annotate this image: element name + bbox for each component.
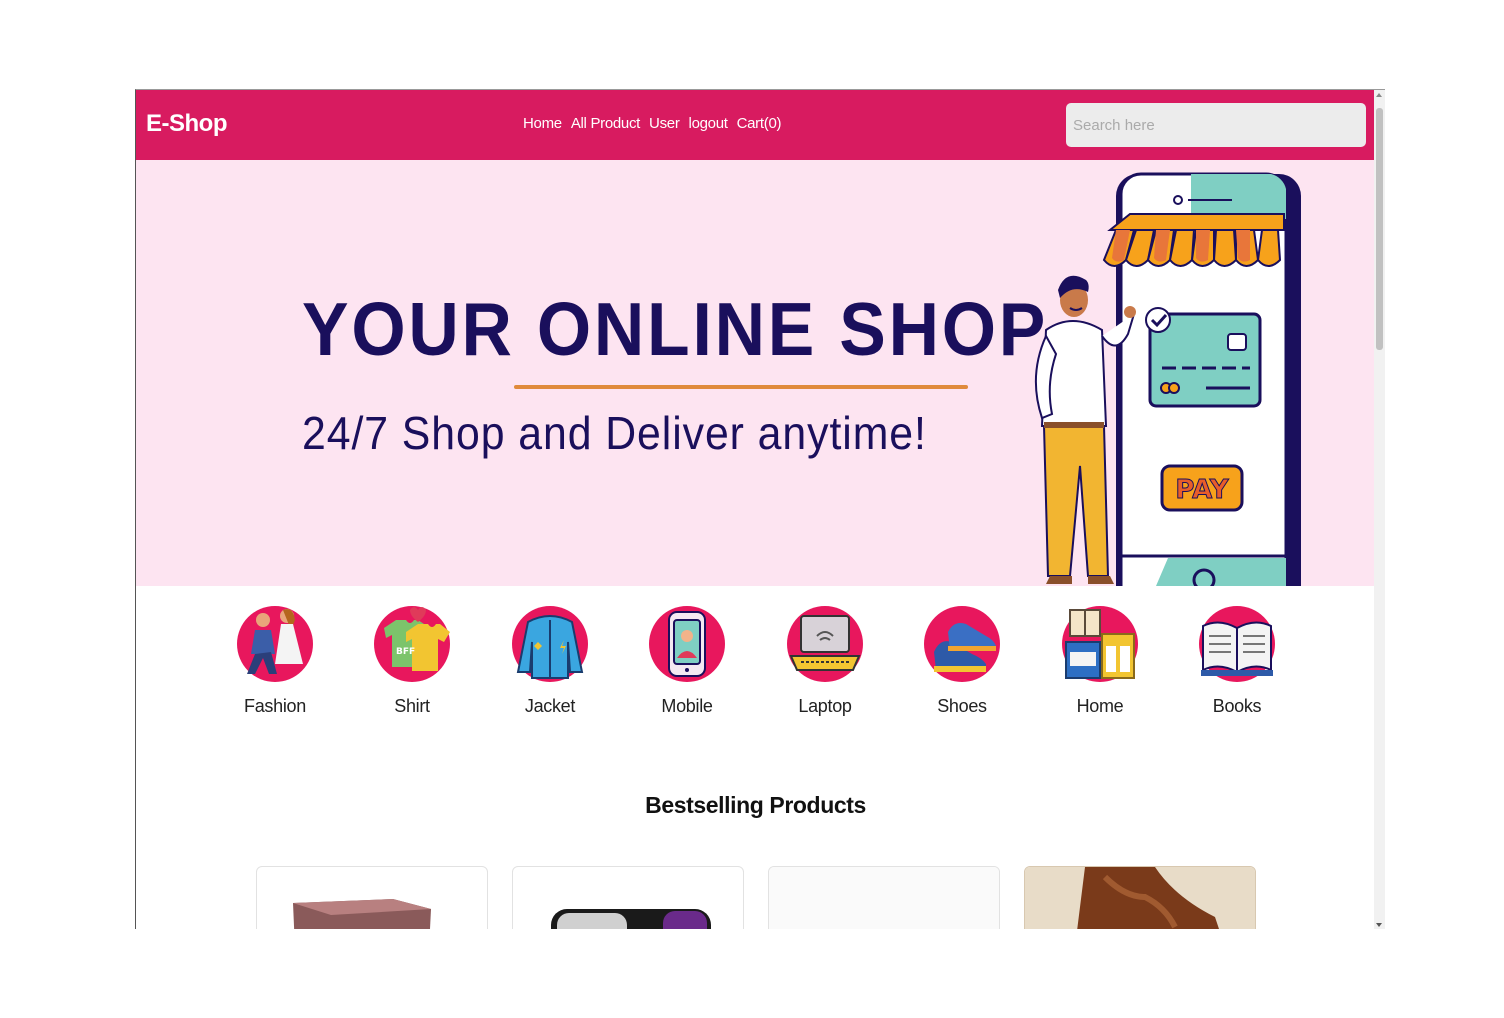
- book-icon: [1201, 621, 1273, 676]
- category-label: Jacket: [524, 696, 576, 716]
- svg-text:BFF: BFF: [396, 647, 415, 657]
- category-mobile[interactable]: Mobile: [627, 606, 747, 717]
- category-label: Books: [1212, 696, 1262, 716]
- navbar: E-Shop Home All Product User logout Cart…: [136, 90, 1375, 160]
- blank-image: [769, 867, 999, 929]
- couple-icon: [247, 609, 303, 674]
- scroll-up-icon[interactable]: [1376, 93, 1382, 97]
- nav-links: Home All Product User logout Cart(0): [523, 115, 781, 132]
- laptop-icon: [789, 615, 861, 671]
- tshirt-icon: BFF: [384, 607, 450, 671]
- shoes-icon: [934, 623, 996, 672]
- hero-underline: [514, 385, 968, 389]
- scroll-down-icon[interactable]: [1376, 923, 1382, 927]
- product-card[interactable]: [512, 866, 744, 929]
- hero-subtitle: 24/7 Shop and Deliver anytime!: [302, 407, 927, 459]
- jacket-icon: [516, 615, 584, 679]
- bag-image: [293, 899, 431, 929]
- shopping-illustration: PAY: [1034, 172, 1301, 586]
- hero-banner: YOUR ONLINE SHOP 24/7 Shop and Deliver a…: [136, 160, 1375, 586]
- nav-link-logout[interactable]: logout: [689, 115, 728, 132]
- category-label: Shoes: [937, 696, 987, 716]
- category-row: Fashion BFF Shirt Jacket Mobile Laptop S…: [136, 606, 1375, 746]
- page-viewport: E-Shop Home All Product User logout Cart…: [136, 90, 1375, 929]
- category-label: Shirt: [394, 696, 430, 716]
- nav-link-user[interactable]: User: [649, 115, 680, 132]
- shoe-image: [1025, 867, 1255, 929]
- category-laptop[interactable]: Laptop: [765, 606, 885, 717]
- category-label: Home: [1076, 696, 1124, 716]
- vertical-scrollbar[interactable]: [1374, 90, 1385, 929]
- category-label: Mobile: [661, 696, 713, 716]
- mobile-icon: [668, 611, 706, 677]
- nav-link-cart[interactable]: Cart(0): [737, 115, 782, 132]
- scrollbar-thumb[interactable]: [1376, 108, 1383, 350]
- product-card[interactable]: [256, 866, 488, 929]
- hero-title: YOUR ONLINE SHOP: [302, 287, 1049, 371]
- nav-link-all-product[interactable]: All Product: [571, 115, 641, 132]
- category-label: Fashion: [244, 696, 306, 716]
- pay-button: PAY: [1175, 475, 1229, 505]
- category-home[interactable]: Home: [1040, 606, 1160, 717]
- category-label: Laptop: [798, 696, 852, 716]
- category-fashion[interactable]: Fashion: [215, 606, 335, 717]
- search-input[interactable]: [1066, 103, 1366, 147]
- category-books[interactable]: Books: [1177, 606, 1297, 717]
- nav-link-home[interactable]: Home: [523, 115, 562, 132]
- brand-logo[interactable]: E-Shop: [146, 110, 228, 138]
- product-card[interactable]: [1024, 866, 1256, 929]
- browser-window: E-Shop Home All Product User logout Cart…: [135, 89, 1385, 929]
- product-card[interactable]: [768, 866, 1000, 929]
- category-shirt[interactable]: BFF Shirt: [352, 606, 472, 717]
- phone-image: [551, 909, 711, 929]
- furniture-icon: [1065, 609, 1135, 679]
- category-shoes[interactable]: Shoes: [902, 606, 1022, 717]
- bestselling-title: Bestselling Products: [645, 792, 866, 818]
- category-jacket[interactable]: Jacket: [490, 606, 610, 717]
